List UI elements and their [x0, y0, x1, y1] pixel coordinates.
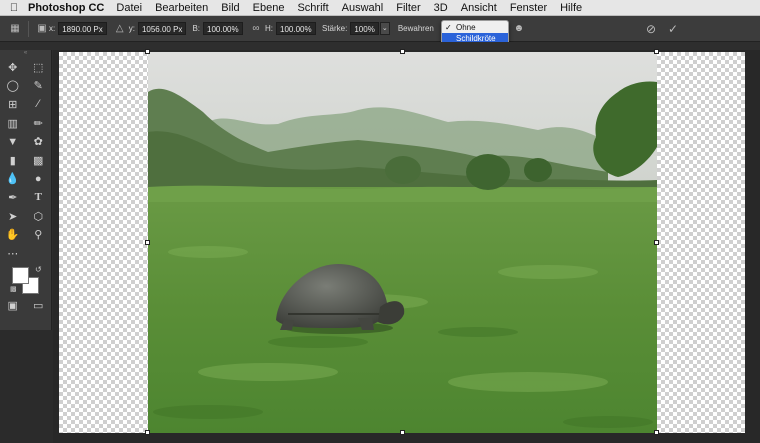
amount-label: Stärke: — [322, 24, 348, 33]
link-icon[interactable]: ∞ — [249, 22, 263, 36]
transform-handle-bottom-right[interactable] — [654, 430, 659, 435]
hand-tool-icon[interactable]: ✋ — [4, 227, 22, 243]
menu-hilfe[interactable]: Hilfe — [560, 2, 582, 14]
transform-handle-bottom-middle[interactable] — [400, 430, 405, 435]
gradient-tool-icon[interactable]: ▩ — [29, 152, 47, 168]
transform-handle-top-right[interactable] — [654, 49, 659, 54]
menu-ebene[interactable]: Ebene — [253, 2, 285, 14]
y-input[interactable]: 1056.00 Px — [137, 22, 187, 35]
tools-panel: « ✥ ⬚ ◯ ✎ ⊞ ⁄ ▥ ✏ ▼ ✿ ▮ ▩ 💧 ● ✒ T ➤ ⬡ ✋ … — [0, 50, 52, 330]
x-input[interactable]: 1890.00 Px — [58, 22, 107, 35]
cancel-icon[interactable]: ⊘ — [644, 22, 658, 36]
blur-tool-icon[interactable]: 💧 — [4, 171, 22, 187]
eraser-tool-icon[interactable]: ▮ — [4, 152, 22, 168]
history-brush-tool-icon[interactable]: ✿ — [29, 134, 47, 150]
width-input[interactable]: 100.00% — [203, 22, 243, 35]
apple-icon[interactable]:  — [0, 2, 28, 14]
options-bar: ▦ ▣ x: 1890.00 Px △ y: 1056.00 Px B: 100… — [0, 16, 760, 42]
brush-tool-icon[interactable]: ✏ — [29, 115, 47, 131]
menu-fenster[interactable]: Fenster — [510, 2, 547, 14]
height-field-group: H: 100.00% — [265, 22, 316, 35]
zoom-tool-icon[interactable]: ⚲ — [29, 227, 47, 243]
transparent-canvas-right — [657, 52, 745, 433]
pen-tool-icon[interactable]: ✒ — [4, 189, 22, 205]
app-name[interactable]: Photoshop CC — [28, 2, 104, 14]
quick-selection-tool-icon[interactable]: ✎ — [29, 78, 47, 94]
clone-stamp-tool-icon[interactable]: ▼ — [4, 134, 22, 150]
protect-skin-tones-icon[interactable]: ☻ — [512, 22, 526, 36]
relative-position-icon[interactable]: △ — [113, 22, 127, 36]
healing-brush-tool-icon[interactable]: ▥ — [4, 115, 22, 131]
height-input[interactable]: 100.00% — [276, 22, 316, 35]
dodge-tool-icon[interactable]: ● — [29, 171, 47, 187]
panel-collapse-icon[interactable]: « — [0, 50, 51, 58]
width-field-group: B: 100.00% — [192, 22, 243, 35]
protect-label: Bewahren — [397, 24, 434, 33]
menu-auswahl[interactable]: Auswahl — [342, 2, 384, 14]
dropdown-option-ohne[interactable]: ✓ Ohne — [442, 22, 508, 33]
more-tools-icon[interactable]: ⋯ — [4, 245, 22, 261]
menu-ansicht[interactable]: Ansicht — [461, 2, 497, 14]
transform-handle-bottom-left[interactable] — [145, 430, 150, 435]
marquee-tool-icon[interactable]: ⬚ — [29, 59, 47, 75]
commit-checkmark-icon[interactable]: ✓ — [666, 22, 680, 36]
menu-bearbeiten[interactable]: Bearbeiten — [155, 2, 208, 14]
x-label: x: — [49, 24, 56, 33]
swap-colors-icon[interactable]: ↺ — [35, 265, 42, 274]
checkmark-icon: ✓ — [445, 23, 452, 32]
tortoise-photo — [148, 52, 657, 433]
transparent-canvas-left — [59, 52, 148, 433]
shape-tool-icon[interactable]: ⬡ — [29, 208, 47, 224]
menu-datei[interactable]: Datei — [116, 2, 142, 14]
default-colors-icon[interactable]: ▩ — [10, 285, 17, 293]
y-field-group: y: 1056.00 Px — [129, 22, 187, 35]
type-tool-icon[interactable]: T — [29, 189, 47, 205]
screen-mode-icon[interactable]: ▭ — [29, 298, 47, 314]
transform-handle-middle-right[interactable] — [654, 240, 659, 245]
amount-input[interactable]: 100% — [350, 22, 379, 35]
menu-schrift[interactable]: Schrift — [297, 2, 328, 14]
dropdown-option-label: Ohne — [456, 23, 476, 32]
menu-bar:  Photoshop CC Datei Bearbeiten Bild Ebe… — [0, 0, 760, 16]
lasso-tool-icon[interactable]: ◯ — [4, 78, 22, 94]
menu-bild[interactable]: Bild — [221, 2, 239, 14]
transform-handle-top-middle[interactable] — [400, 49, 405, 54]
move-tool-icon[interactable]: ✥ — [4, 59, 22, 75]
divider — [28, 20, 29, 37]
content-aware-scale-tool-icon[interactable]: ▦ — [8, 22, 22, 36]
eyedropper-tool-icon[interactable]: ⁄ — [29, 96, 47, 112]
foreground-color-swatch[interactable] — [12, 266, 29, 284]
transform-handle-top-left[interactable] — [145, 49, 150, 54]
transform-handle-middle-left[interactable] — [145, 240, 150, 245]
crop-tool-icon[interactable]: ⊞ — [4, 96, 22, 112]
menu-filter[interactable]: Filter — [396, 2, 420, 14]
amount-field-group: Stärke: 100% ⌄ — [322, 22, 390, 35]
width-label: B: — [192, 24, 200, 33]
menu-3d[interactable]: 3D — [434, 2, 448, 14]
reference-point-icon[interactable]: ▣ — [35, 22, 49, 36]
height-label: H: — [265, 24, 273, 33]
x-field-group: x: 1890.00 Px — [49, 22, 107, 35]
color-swatches: ↺ ▩ — [0, 263, 51, 297]
amount-dropdown-arrow[interactable]: ⌄ — [379, 22, 390, 35]
quick-mask-icon[interactable]: ▣ — [4, 298, 22, 314]
y-label: y: — [128, 24, 135, 33]
document-tab-strip — [0, 42, 760, 50]
path-selection-tool-icon[interactable]: ➤ — [4, 208, 22, 224]
